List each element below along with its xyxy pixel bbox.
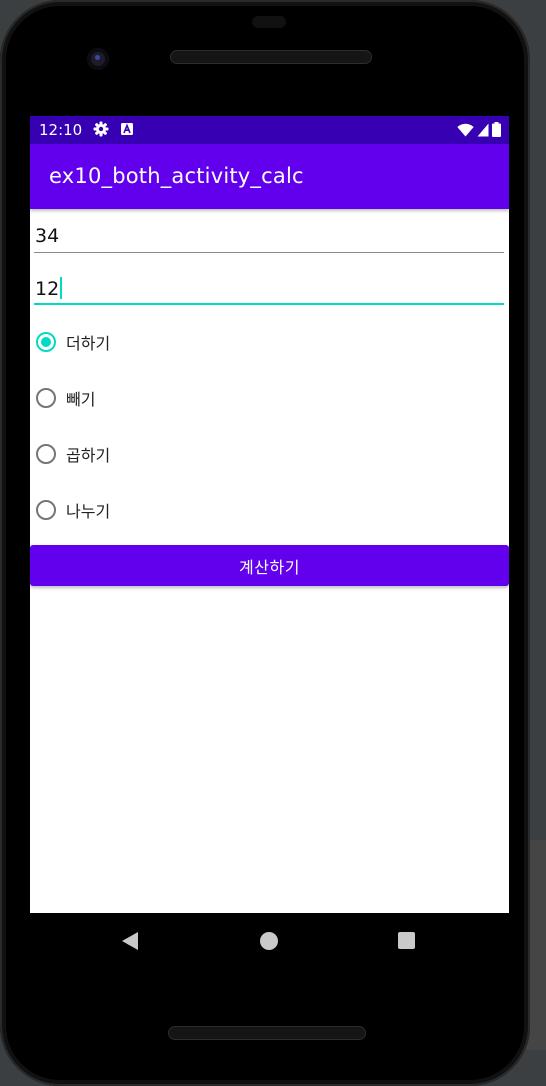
radio-add-indicator — [36, 332, 56, 352]
radio-divide-indicator — [36, 500, 56, 520]
second-number-value: 12 — [35, 278, 60, 300]
radio-multiply-indicator — [36, 444, 56, 464]
app-screen: 12:10 ex10_both_activity_calc 34 12 더하기 … — [30, 116, 509, 913]
first-number-value: 34 — [35, 225, 60, 247]
app-title: ex10_both_activity_calc — [49, 164, 304, 188]
back-icon[interactable] — [121, 931, 139, 951]
first-number-field[interactable]: 34 — [34, 211, 504, 253]
second-number-underline — [34, 303, 504, 305]
signal-icon — [477, 123, 489, 136]
status-time: 12:10 — [39, 121, 83, 139]
gear-icon — [93, 121, 109, 137]
text-cursor — [60, 277, 63, 299]
earpiece-notch — [252, 16, 286, 28]
wifi-icon — [457, 123, 474, 136]
radio-subtract[interactable]: 빼기 — [36, 383, 95, 413]
app-bar: ex10_both_activity_calc — [30, 144, 509, 209]
calculate-button[interactable]: 계산하기 — [30, 545, 509, 586]
radio-add-label: 더하기 — [66, 334, 111, 353]
battery-icon — [492, 122, 501, 137]
radio-subtract-indicator — [36, 388, 56, 408]
second-number-field[interactable]: 12 — [34, 263, 504, 305]
recents-icon[interactable] — [398, 932, 415, 949]
phone-frame: 12:10 ex10_both_activity_calc 34 12 더하기 … — [0, 0, 530, 1086]
top-speaker — [170, 50, 372, 64]
calculate-button-label: 계산하기 — [239, 557, 300, 577]
home-icon[interactable] — [260, 932, 278, 950]
bottom-speaker — [168, 1026, 366, 1040]
a-notification-icon — [121, 123, 133, 135]
radio-add[interactable]: 더하기 — [36, 327, 110, 357]
radio-subtract-label: 빼기 — [66, 390, 96, 409]
radio-multiply[interactable]: 곱하기 — [36, 439, 110, 469]
first-number-underline — [34, 252, 504, 253]
radio-divide[interactable]: 나누기 — [36, 495, 110, 525]
radio-divide-label: 나누기 — [66, 502, 111, 521]
front-camera-icon — [87, 48, 109, 70]
status-bar: 12:10 — [30, 116, 509, 144]
radio-multiply-label: 곱하기 — [66, 446, 111, 465]
status-icons — [457, 122, 501, 137]
